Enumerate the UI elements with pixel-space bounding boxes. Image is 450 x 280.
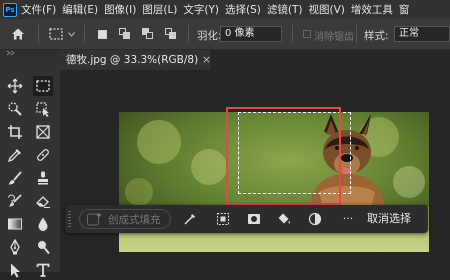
menu-window[interactable]: 窗 [399, 2, 410, 17]
more-options-icon[interactable]: ··· [340, 210, 356, 226]
crop-tool-icon[interactable] [5, 122, 25, 142]
options-bar: 羽化: 0 像素 消除锯齿 样式: 正常 [0, 19, 450, 50]
fill-selection-icon[interactable] [276, 211, 292, 227]
toolbar [0, 56, 60, 278]
canvas-workspace [60, 70, 450, 272]
divider [356, 25, 357, 43]
menu-image[interactable]: 图像(I) [104, 2, 136, 17]
photoshop-logo[interactable]: Ps [3, 2, 17, 17]
add-to-selection-icon[interactable] [115, 26, 135, 42]
menu-filter[interactable]: 滤镜(T) [267, 2, 303, 17]
type-tool-icon[interactable] [33, 260, 53, 280]
quick-selection-tool-icon[interactable] [5, 99, 25, 119]
highlight-box [226, 107, 341, 205]
eyedropper-tool-icon[interactable] [5, 145, 25, 165]
divider [188, 25, 189, 43]
brush-tool-icon[interactable] [5, 168, 25, 188]
style-label: 样式: [364, 30, 389, 42]
document-tab-title: 德牧.jpg @ 33.3%(RGB/8) [66, 54, 199, 66]
move-tool-icon[interactable] [5, 76, 25, 96]
rect-marquee-preset-icon[interactable] [46, 26, 66, 42]
generative-fill-button: 创成式填充 [79, 209, 171, 229]
drag-handle-icon[interactable] [68, 211, 71, 227]
contextual-task-bar: 创成式填充 ··· 取消选择 [65, 205, 428, 233]
healing-brush-tool-icon[interactable] [33, 145, 53, 165]
divider [84, 25, 85, 43]
modify-selection-icon[interactable] [182, 211, 198, 227]
style-select[interactable]: 正常 [394, 26, 450, 42]
pen-tool-icon[interactable] [5, 237, 25, 257]
intersect-selection-icon[interactable] [161, 26, 181, 42]
home-icon[interactable] [8, 26, 28, 42]
menu-edit[interactable]: 编辑(E) [62, 2, 98, 17]
document-tab[interactable]: 德牧.jpg @ 33.3%(RGB/8) [60, 50, 210, 70]
divider [292, 25, 293, 43]
document-tab-bar: 德牧.jpg @ 33.3%(RGB/8) × [60, 50, 450, 70]
menu-file[interactable]: 文件(F) [21, 2, 56, 17]
blur-tool-icon[interactable] [33, 214, 53, 234]
path-selection-tool-icon[interactable] [5, 260, 25, 280]
deselect-button[interactable]: 取消选择 [367, 205, 411, 233]
adjustment-layer-icon[interactable] [307, 211, 323, 227]
menu-bar: Ps 文件(F) 编辑(E) 图像(I) 图层(L) 文字(Y) 选择(S) 滤… [0, 0, 450, 19]
menu-type[interactable]: 文字(Y) [183, 2, 219, 17]
antialias-label: 消除锯齿 [314, 32, 354, 43]
generative-fill-label: 创成式填充 [108, 213, 161, 226]
clone-stamp-tool-icon[interactable] [33, 168, 53, 188]
rect-marquee-tool-icon[interactable] [33, 76, 53, 96]
object-selection-tool-icon[interactable] [33, 99, 53, 119]
dodge-tool-icon[interactable] [33, 237, 53, 257]
antialias-checkbox [303, 30, 311, 38]
divider [38, 25, 39, 43]
subtract-from-selection-icon[interactable] [138, 26, 158, 42]
menu-select[interactable]: 选择(S) [225, 2, 261, 17]
eraser-tool-icon[interactable] [33, 191, 53, 211]
menu-plugins[interactable]: 增效工具 [351, 2, 393, 17]
gradient-tool-icon[interactable] [5, 214, 25, 234]
frame-tool-icon[interactable] [33, 122, 53, 142]
create-mask-icon[interactable] [246, 211, 262, 227]
feather-input[interactable]: 0 像素 [220, 26, 282, 42]
sparkle-icon [87, 212, 102, 226]
feather-label: 羽化: [197, 30, 222, 42]
history-brush-tool-icon[interactable] [5, 191, 25, 211]
invert-selection-icon[interactable] [215, 211, 231, 227]
chevron-down-icon[interactable] [67, 26, 75, 42]
menu-layer[interactable]: 图层(L) [142, 2, 177, 17]
close-icon[interactable]: × [202, 50, 211, 70]
menu-view[interactable]: 视图(V) [308, 2, 344, 17]
new-selection-icon[interactable] [92, 26, 112, 42]
